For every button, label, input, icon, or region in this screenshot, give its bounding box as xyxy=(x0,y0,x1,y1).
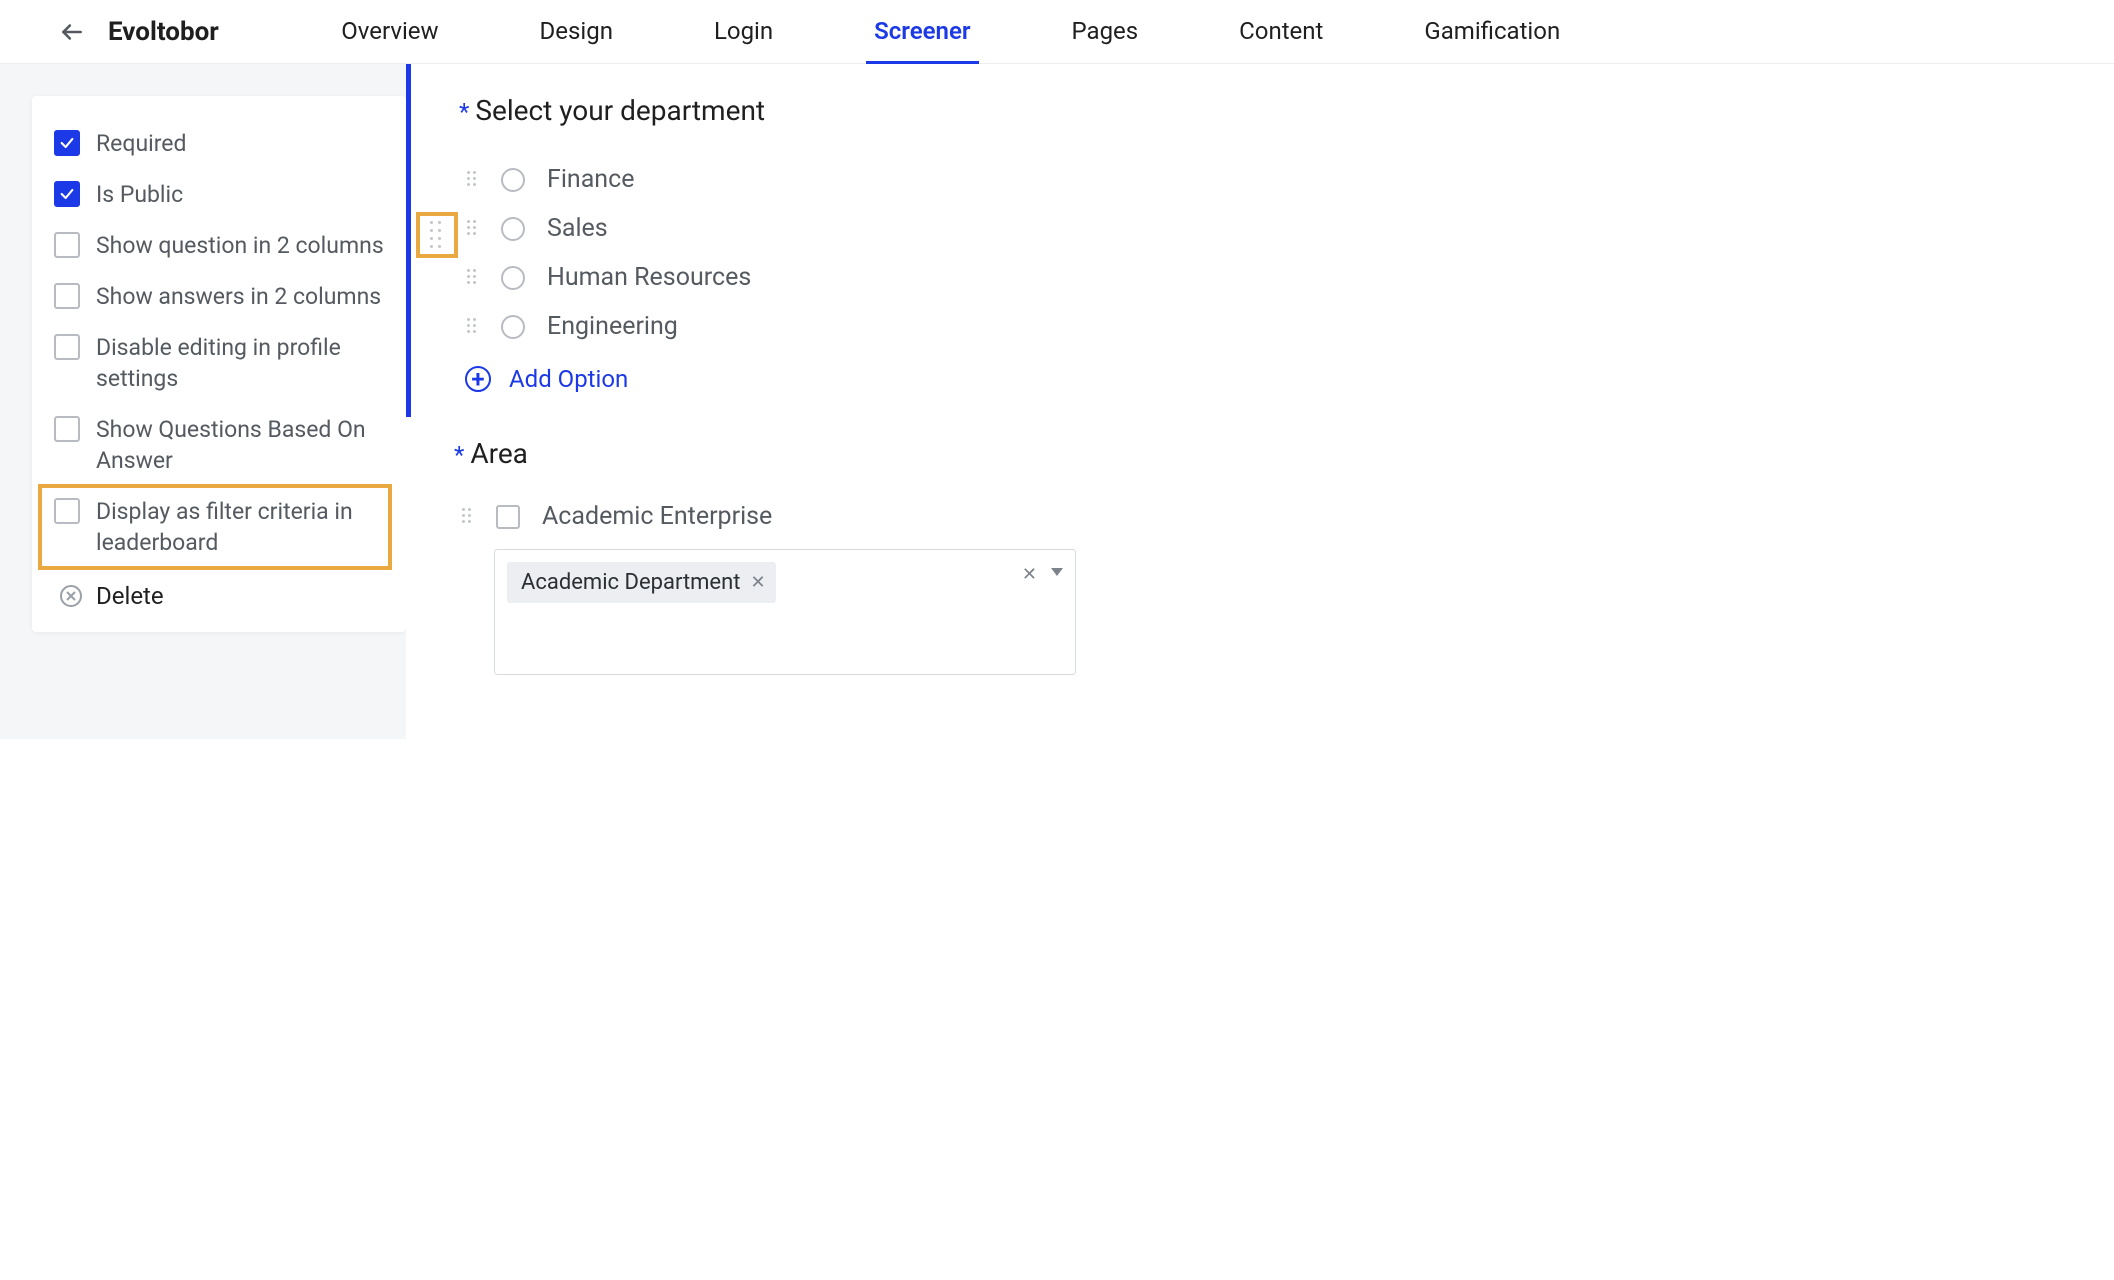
tab-login[interactable]: Login xyxy=(706,0,781,65)
tag-remove-icon[interactable]: ✕ xyxy=(750,572,765,593)
tab-gamification[interactable]: Gamification xyxy=(1416,0,1568,65)
option-is-public[interactable]: Is Public xyxy=(50,169,388,220)
option-leaderboard-filter[interactable]: Display as filter criteria in leaderboar… xyxy=(50,486,388,568)
area-tag-select[interactable]: Academic Department ✕ ✕ xyxy=(494,549,1076,675)
answer-option[interactable]: Sales xyxy=(459,204,1450,253)
canvas: * Select your department Finance Sales H… xyxy=(406,64,1474,739)
option-label: Show answers in 2 columns xyxy=(96,281,381,312)
answer-option[interactable]: Human Resources xyxy=(459,253,1450,302)
radio-icon[interactable] xyxy=(501,266,525,290)
sidebar-column: Required Is Public Show question in 2 co… xyxy=(0,64,406,739)
tag-label: Academic Department xyxy=(521,570,740,595)
drag-handle-icon[interactable] xyxy=(467,171,479,189)
option-label: Show Questions Based On Answer xyxy=(96,414,384,476)
tab-design[interactable]: Design xyxy=(532,0,621,65)
radio-icon[interactable] xyxy=(501,168,525,192)
tab-bar: Overview Design Login Screener Pages Con… xyxy=(291,0,1611,65)
option-conditional-questions[interactable]: Show Questions Based On Answer xyxy=(50,404,388,486)
option-two-col-question[interactable]: Show question in 2 columns xyxy=(50,220,388,271)
tag-chip[interactable]: Academic Department ✕ xyxy=(507,562,776,603)
question-title-row: * Select your department xyxy=(459,94,1450,127)
option-required[interactable]: Required xyxy=(50,118,388,169)
checkbox-icon[interactable] xyxy=(496,505,520,529)
clear-all-icon[interactable]: ✕ xyxy=(1022,564,1037,585)
tab-content[interactable]: Content xyxy=(1231,0,1331,65)
brand-title: Evoltobor xyxy=(108,17,219,47)
right-gutter xyxy=(1474,64,2114,739)
back-arrow-icon[interactable] xyxy=(58,18,86,46)
delete-x-icon xyxy=(58,583,84,609)
checkbox-conditional-questions[interactable] xyxy=(54,416,80,442)
drag-handle-icon[interactable] xyxy=(467,220,479,238)
answer-label[interactable]: Finance xyxy=(547,165,634,194)
tab-overview[interactable]: Overview xyxy=(333,0,446,65)
checkbox-leaderboard-filter[interactable] xyxy=(54,498,80,524)
answer-option[interactable]: Finance xyxy=(459,155,1450,204)
delete-label: Delete xyxy=(96,582,164,610)
question-area[interactable]: * Area Academic Enterprise Academic Depa… xyxy=(406,417,1450,699)
delete-question-button[interactable]: Delete xyxy=(50,568,388,620)
question-title[interactable]: Area xyxy=(470,437,528,470)
radio-icon[interactable] xyxy=(501,217,525,241)
workspace: Required Is Public Show question in 2 co… xyxy=(0,64,2114,739)
option-label: Display as filter criteria in leaderboar… xyxy=(96,496,384,558)
answer-label[interactable]: Sales xyxy=(547,214,608,243)
option-label: Disable editing in profile settings xyxy=(96,332,384,394)
option-disable-editing[interactable]: Disable editing in profile settings xyxy=(50,322,388,404)
option-two-col-answers[interactable]: Show answers in 2 columns xyxy=(50,271,388,322)
question-settings-panel: Required Is Public Show question in 2 co… xyxy=(32,96,406,632)
drag-handle-icon[interactable] xyxy=(467,318,479,336)
answer-label[interactable]: Academic Enterprise xyxy=(542,502,772,531)
chevron-down-icon[interactable] xyxy=(1051,568,1063,576)
radio-icon[interactable] xyxy=(501,315,525,339)
drag-handle-icon[interactable] xyxy=(467,269,479,287)
answer-label[interactable]: Human Resources xyxy=(547,263,751,292)
option-label: Is Public xyxy=(96,179,183,210)
option-label: Required xyxy=(96,128,186,159)
checkbox-disable-editing[interactable] xyxy=(54,334,80,360)
question-title[interactable]: Select your department xyxy=(475,94,765,127)
answer-label[interactable]: Engineering xyxy=(547,312,678,341)
checkbox-is-public[interactable] xyxy=(54,181,80,207)
question-department[interactable]: * Select your department Finance Sales H… xyxy=(406,64,1450,417)
tab-screener[interactable]: Screener xyxy=(866,0,978,65)
question-drag-handle-highlight xyxy=(416,212,458,258)
checkbox-two-col-question[interactable] xyxy=(54,232,80,258)
tab-pages[interactable]: Pages xyxy=(1064,0,1147,65)
plus-circle-icon: + xyxy=(465,366,491,392)
top-nav: Evoltobor Overview Design Login Screener… xyxy=(0,0,2114,64)
checkbox-required[interactable] xyxy=(54,130,80,156)
option-label: Show question in 2 columns xyxy=(96,230,384,261)
question-title-row: * Area xyxy=(454,437,1450,470)
required-star-icon: * xyxy=(459,98,469,126)
drag-handle-icon[interactable] xyxy=(462,508,474,526)
drag-handle-icon[interactable] xyxy=(430,221,444,249)
add-option-label: Add Option xyxy=(509,365,628,393)
required-star-icon: * xyxy=(454,441,464,469)
add-option-button[interactable]: + Add Option xyxy=(459,351,1450,393)
select-controls: ✕ xyxy=(1022,564,1063,585)
answer-option[interactable]: Engineering xyxy=(459,302,1450,351)
answer-option[interactable]: Academic Enterprise xyxy=(454,498,1450,541)
checkbox-two-col-answers[interactable] xyxy=(54,283,80,309)
